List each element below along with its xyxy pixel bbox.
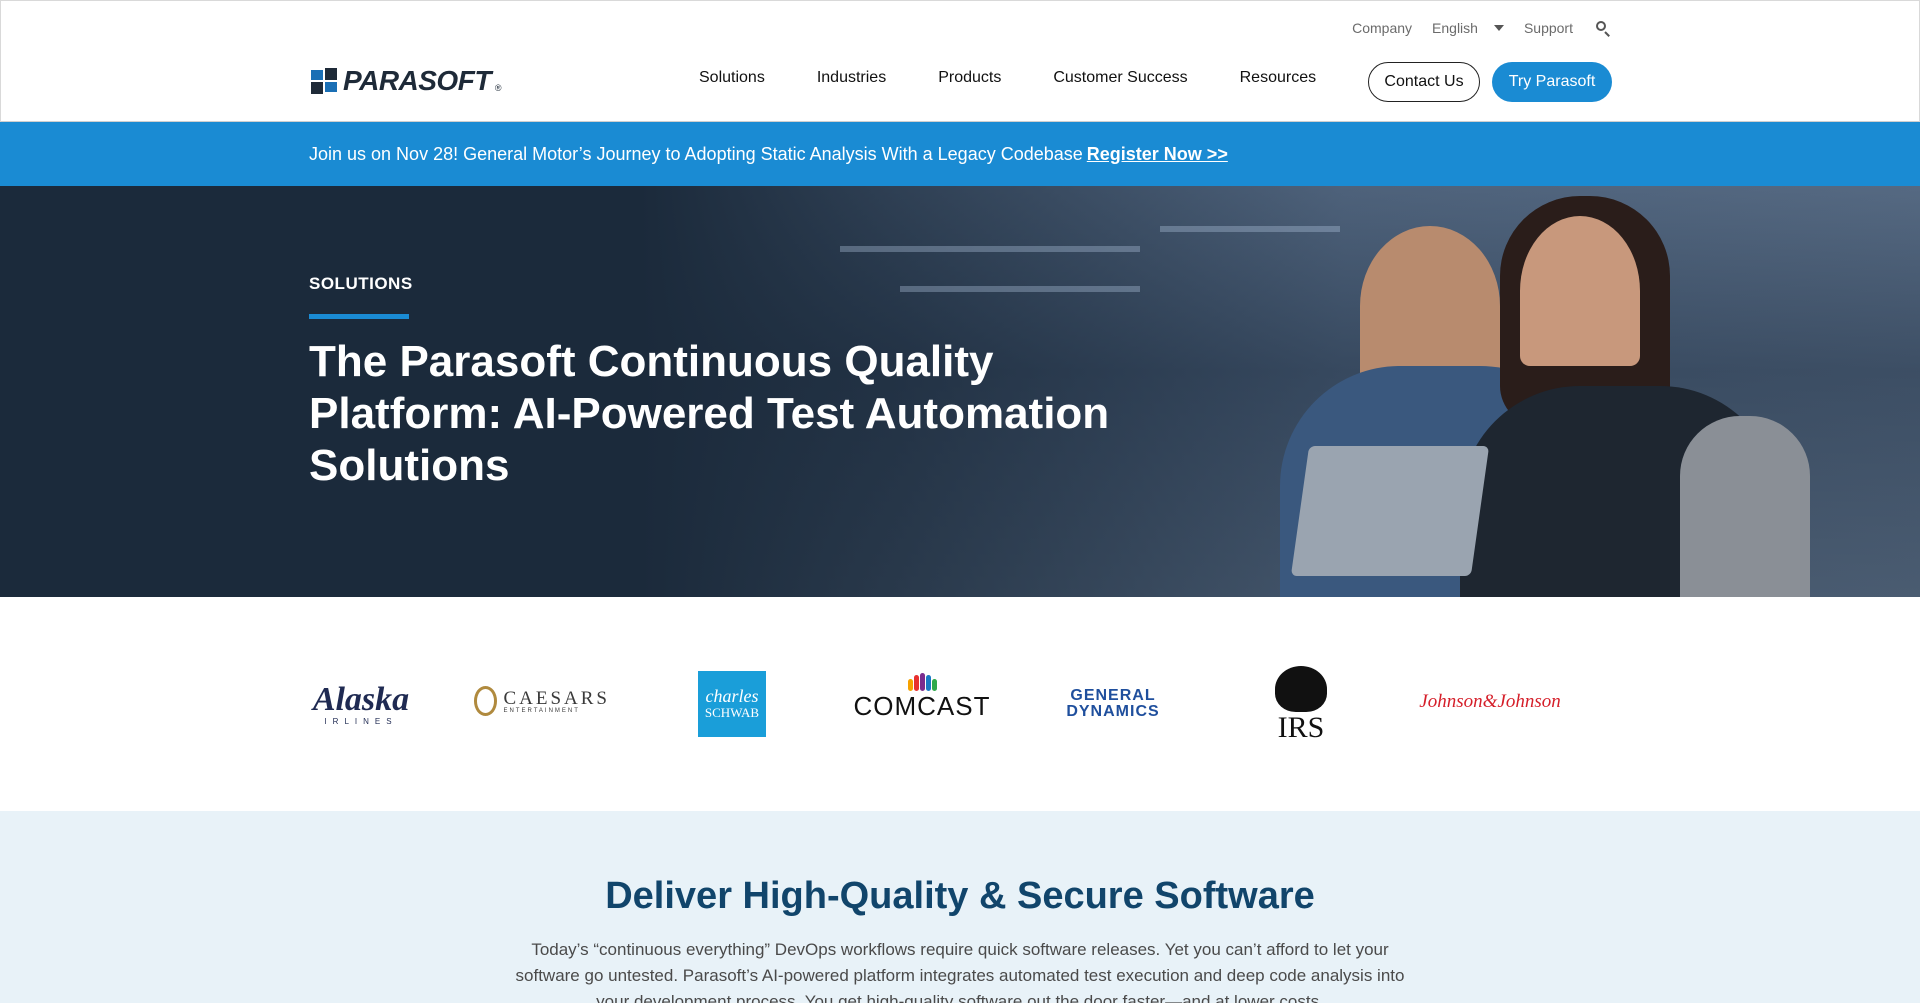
try-parasoft-button[interactable]: Try Parasoft [1492, 62, 1612, 102]
main-nav: Solutions Industries Products Customer S… [699, 69, 1316, 87]
utility-bar: Company English Support [1332, 20, 1611, 37]
hero-title: The Parasoft Continuous Quality Platform… [309, 337, 1110, 490]
eagle-icon [1275, 666, 1327, 712]
eyebrow-underline [309, 314, 409, 319]
nav-resources[interactable]: Resources [1240, 69, 1316, 87]
general-dynamics-logo: GENERAL DYNAMICS [1066, 687, 1160, 720]
caesars-laurel-icon [474, 686, 498, 716]
laptop [1290, 446, 1490, 576]
johnson-johnson-logo: Johnson&Johnson [1419, 691, 1561, 712]
comcast-logo: COMCAST [854, 671, 990, 723]
client-logos: Alaska IRLINES CAESARS ENTERTAINMENT cha… [0, 597, 1920, 811]
language-label: English [1432, 20, 1478, 36]
support-link[interactable]: Support [1524, 20, 1573, 36]
person-woman [1520, 216, 1640, 366]
caesars-logo: CAESARS ENTERTAINMENT [474, 681, 610, 721]
deliver-title: Deliver High-Quality & Secure Software [605, 875, 1315, 917]
nbc-peacock-icon [907, 673, 937, 691]
chevron-down-icon [1493, 25, 1504, 31]
search-icon[interactable] [1595, 20, 1611, 37]
contact-us-button[interactable]: Contact Us [1368, 62, 1480, 102]
site-header: Company English Support PARASOFT ® Solut… [0, 0, 1920, 122]
alaska-airlines-logo: Alaska IRLINES [312, 680, 410, 726]
company-link[interactable]: Company [1352, 20, 1412, 36]
nav-customer-success[interactable]: Customer Success [1053, 69, 1187, 87]
logo-wordmark: PARASOFT [343, 65, 491, 96]
hero-eyebrow: SOLUTIONS [309, 274, 413, 293]
parasoft-logo[interactable]: PARASOFT ® [311, 65, 502, 97]
parasoft-logo-mark-icon [311, 68, 339, 94]
person-man [1360, 226, 1500, 386]
charles-schwab-logo: charles SCHWAB [698, 671, 766, 737]
announcement-text: Join us on Nov 28! General Motor’s Journ… [309, 143, 1083, 164]
nav-products[interactable]: Products [938, 69, 1001, 87]
nav-solutions[interactable]: Solutions [699, 69, 765, 87]
register-now-link[interactable]: Register Now >> [1087, 144, 1228, 165]
deliver-section: Deliver High-Quality & Secure Software T… [0, 811, 1920, 1003]
announcement-banner: Join us on Nov 28! General Motor’s Journ… [0, 122, 1920, 186]
hero-section: SOLUTIONS The Parasoft Continuous Qualit… [0, 186, 1920, 597]
logo-registered: ® [494, 83, 502, 93]
deliver-body: Today’s “continuous everything” DevOps w… [515, 940, 1405, 1003]
nav-industries[interactable]: Industries [817, 69, 886, 87]
irs-logo: IRS [1266, 663, 1336, 747]
language-selector[interactable]: English [1432, 20, 1504, 36]
